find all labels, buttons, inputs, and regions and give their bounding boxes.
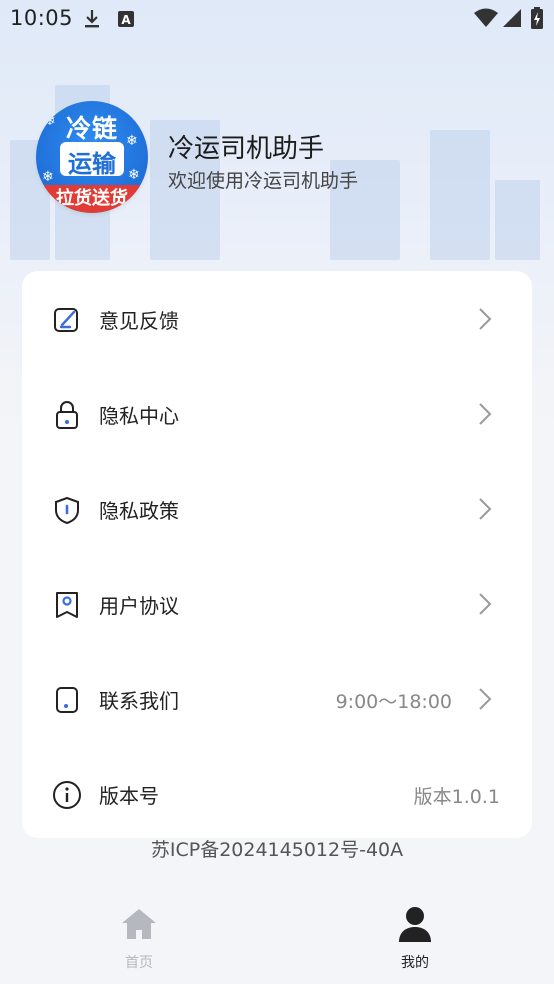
snowflake-icon: ❄: [128, 167, 140, 183]
menu-item-label: 用户协议: [99, 594, 179, 618]
user-icon: [395, 904, 435, 944]
menu-item-feedback[interactable]: 意见反馈: [22, 271, 532, 366]
avatar-text-line2: 运输: [68, 150, 116, 178]
menu-item-user-agreement[interactable]: 用户协议: [22, 556, 532, 651]
menu-item-label: 意见反馈: [99, 309, 179, 333]
menu-item-privacy-center[interactable]: 隐私中心: [22, 366, 532, 461]
bookmark-user-icon: [52, 590, 82, 620]
shield-icon: [52, 495, 82, 525]
welcome-text: 欢迎使用冷运司机助手: [168, 170, 359, 192]
menu-item-label: 隐私中心: [99, 404, 179, 428]
lock-icon: [52, 400, 82, 430]
phone-icon: [52, 685, 82, 715]
settings-menu-card: 意见反馈 隐私中心 隐私政策 用户协议 联系我们 9:00～18:00 版本号 …: [22, 271, 532, 838]
snowflake-icon: ❄: [126, 133, 138, 149]
chevron-right-icon: [478, 592, 492, 616]
menu-item-version: 版本号 版本1.0.1: [22, 746, 532, 841]
home-icon: [119, 904, 159, 944]
avatar-text-line3: 拉货送货: [36, 185, 148, 213]
version-value: 版本1.0.1: [413, 786, 500, 808]
skyline-shape: [430, 130, 490, 260]
avatar-text-box: 运输: [60, 142, 124, 178]
menu-item-contact-us[interactable]: 联系我们 9:00～18:00: [22, 651, 532, 746]
status-time: 10:05: [10, 6, 74, 30]
keyboard-a-icon: A: [117, 10, 135, 32]
icp-record: 苏ICP备2024145012号-40A: [150, 839, 404, 861]
tab-label: 首页: [125, 955, 153, 971]
menu-item-label: 联系我们: [99, 689, 179, 713]
info-icon: [52, 780, 82, 810]
chevron-right-icon: [478, 497, 492, 521]
app-name: 冷运司机助手: [168, 134, 325, 164]
chevron-right-icon: [478, 402, 492, 426]
app-logo-avatar: 冷链 ❄ ❄ ❄ ❄ 运输 拉货送货: [36, 101, 148, 213]
chevron-right-icon: [478, 307, 492, 331]
snowflake-icon: ❄: [42, 169, 54, 185]
signal-icon: [502, 8, 522, 32]
tab-mine[interactable]: 我的: [370, 904, 460, 972]
feedback-icon: [52, 305, 82, 335]
tab-label: 我的: [401, 955, 429, 971]
menu-item-label: 版本号: [99, 784, 159, 808]
battery-charging-icon: [530, 7, 544, 33]
status-bar: 10:05 A: [0, 0, 554, 38]
service-hours: 9:00～18:00: [335, 691, 452, 713]
download-icon: [82, 8, 102, 34]
snowflake-icon: ❄: [44, 113, 56, 129]
skyline-shape: [495, 180, 540, 260]
bottom-nav: 首页 我的: [0, 890, 554, 984]
tab-home[interactable]: 首页: [94, 904, 184, 972]
menu-item-label: 隐私政策: [99, 499, 179, 523]
chevron-right-icon: [478, 687, 492, 711]
wifi-icon: [474, 8, 498, 32]
menu-item-privacy-policy[interactable]: 隐私政策: [22, 461, 532, 556]
svg-text:A: A: [121, 13, 131, 27]
